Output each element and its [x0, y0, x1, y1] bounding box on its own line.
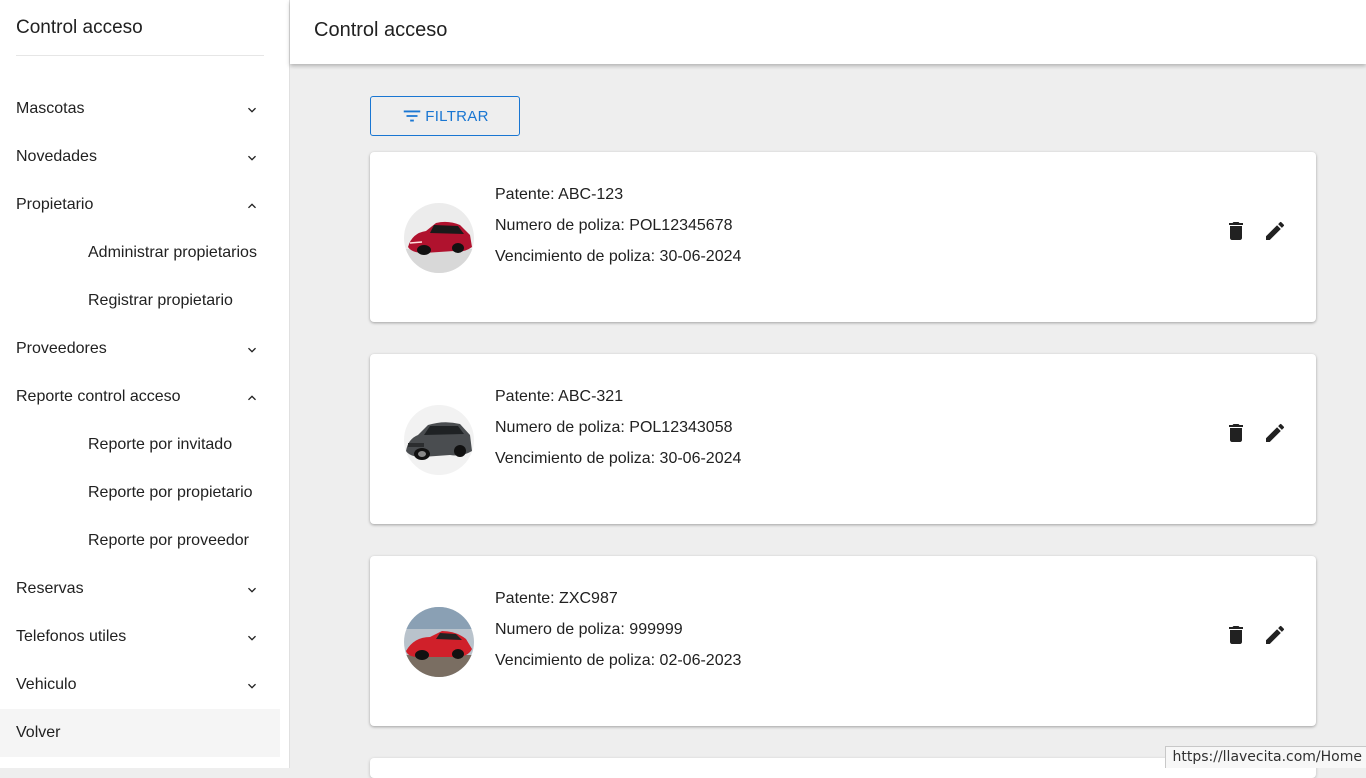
vehicle-card: Patente: ABC-321 Numero de poliza: POL12… [370, 354, 1316, 524]
sidebar-item-label: Reporte por proveedor [88, 532, 249, 550]
sidebar: Control acceso Mascotas Novedades Propie… [0, 0, 290, 768]
sidebar-item-registrar-propietario[interactable]: Registrar propietario [0, 277, 280, 325]
sidebar-item-label: Reporte por propietario [88, 484, 253, 502]
chevron-down-icon [244, 102, 260, 118]
page-title: Control acceso [314, 19, 447, 42]
vehicle-poliza: Numero de poliza: POL12345678 [495, 215, 741, 246]
chevron-down-icon [244, 150, 260, 166]
vehicle-photo [404, 607, 474, 677]
app-header: Control acceso [290, 0, 1366, 64]
chevron-down-icon [244, 678, 260, 694]
sidebar-item-label: Mascotas [16, 100, 84, 118]
sidebar-item-volver[interactable]: Volver [0, 709, 280, 757]
vehicle-card: Patente: ZXC987 Numero de poliza: 999999… [370, 556, 1316, 726]
sidebar-title: Control acceso [16, 17, 143, 39]
sidebar-item-propietario[interactable]: Propietario [0, 181, 280, 229]
delete-icon[interactable] [1224, 421, 1248, 445]
sidebar-item-reporte-por-invitado[interactable]: Reporte por invitado [0, 421, 280, 469]
vehicle-vencimiento: Vencimiento de poliza: 30-06-2024 [495, 246, 741, 277]
sidebar-item-label: Reporte control acceso [16, 388, 181, 406]
sidebar-item-vehiculo[interactable]: Vehiculo [0, 661, 280, 709]
chevron-down-icon [244, 630, 260, 646]
vehicle-patente: Patente: ZXC987 [495, 588, 741, 619]
sidebar-item-label: Volver [16, 724, 60, 742]
sidebar-item-mascotas[interactable]: Mascotas [0, 85, 280, 133]
sidebar-item-label: Telefonos utiles [16, 628, 126, 646]
sidebar-item-label: Reporte por invitado [88, 436, 232, 454]
sidebar-item-label: Novedades [16, 148, 97, 166]
card-actions [1224, 421, 1287, 445]
status-bar-url: https://llavecita.com/Home [1165, 746, 1366, 768]
delete-icon[interactable] [1224, 623, 1248, 647]
delete-icon[interactable] [1224, 219, 1248, 243]
filter-button[interactable]: FILTRAR [370, 96, 520, 136]
vehicle-patente: Patente: ABC-321 [495, 386, 741, 417]
sidebar-item-reporte-por-proveedor[interactable]: Reporte por proveedor [0, 517, 280, 565]
vehicle-poliza: Numero de poliza: 999999 [495, 619, 741, 650]
vehicle-card: Patente: ABC-123 Numero de poliza: POL12… [370, 152, 1316, 322]
sidebar-item-reporte-control-acceso[interactable]: Reporte control acceso [0, 373, 280, 421]
vehicle-poliza: Numero de poliza: POL12343058 [495, 417, 741, 448]
vehicle-vencimiento: Vencimiento de poliza: 30-06-2024 [495, 448, 741, 479]
sidebar-item-label: Administrar propietarios [88, 244, 257, 262]
edit-icon[interactable] [1263, 623, 1287, 647]
vehicle-info: Patente: ABC-321 Numero de poliza: POL12… [495, 386, 741, 479]
filter-button-label: FILTRAR [425, 108, 489, 125]
vehicle-patente: Patente: ABC-123 [495, 184, 741, 215]
vehicle-photo [404, 405, 474, 475]
sidebar-item-label: Propietario [16, 196, 93, 214]
chevron-up-icon [244, 198, 260, 214]
chevron-up-icon [244, 390, 260, 406]
sidebar-item-label: Registrar propietario [88, 292, 233, 310]
sidebar-item-administrar-propietarios[interactable]: Administrar propietarios [0, 229, 280, 277]
sidebar-item-label: Proveedores [16, 340, 107, 358]
vehicle-info: Patente: ZXC987 Numero de poliza: 999999… [495, 588, 741, 681]
sidebar-item-reporte-por-propietario[interactable]: Reporte por propietario [0, 469, 280, 517]
edit-icon[interactable] [1263, 421, 1287, 445]
edit-icon[interactable] [1263, 219, 1287, 243]
vehicle-info: Patente: ABC-123 Numero de poliza: POL12… [495, 184, 741, 277]
sidebar-item-proveedores[interactable]: Proveedores [0, 325, 280, 373]
sidebar-divider [16, 55, 264, 56]
sidebar-item-label: Reservas [16, 580, 84, 598]
chevron-down-icon [244, 582, 260, 598]
sidebar-nav: Mascotas Novedades Propietario Administr… [0, 85, 280, 757]
sidebar-item-reservas[interactable]: Reservas [0, 565, 280, 613]
sidebar-item-label: Vehiculo [16, 676, 77, 694]
filter-list-icon [401, 105, 423, 127]
sidebar-item-telefonos-utiles[interactable]: Telefonos utiles [0, 613, 280, 661]
card-actions [1224, 219, 1287, 243]
vehicle-photo [404, 203, 474, 273]
sidebar-item-novedades[interactable]: Novedades [0, 133, 280, 181]
chevron-down-icon [244, 342, 260, 358]
card-actions [1224, 623, 1287, 647]
vehicle-vencimiento: Vencimiento de poliza: 02-06-2023 [495, 650, 741, 681]
